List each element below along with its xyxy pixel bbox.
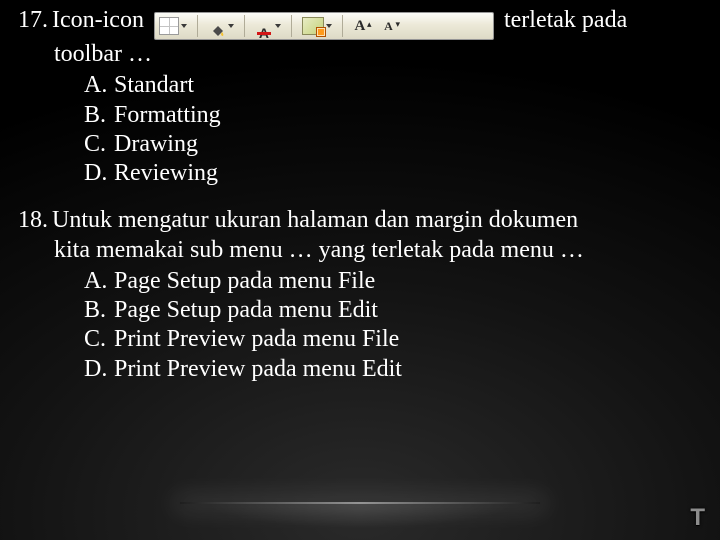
option-text: Page Setup pada menu Edit	[114, 297, 378, 323]
option-label: A.	[84, 71, 114, 100]
font-color-icon: A	[253, 14, 283, 38]
option-label: D.	[84, 355, 114, 384]
option-label: B.	[84, 296, 114, 325]
option-text: Print Preview pada menu Edit	[114, 356, 402, 382]
option-label: D.	[84, 159, 114, 188]
q17-line2: toolbar …	[54, 40, 702, 69]
toolbar-separator	[244, 15, 245, 37]
toolbar-separator	[342, 15, 343, 37]
formatting-toolbar-image: A A▴ A▾	[154, 12, 494, 40]
q18-options: A.Page Setup pada menu File B.Page Setup…	[18, 267, 702, 384]
toolbar-separator	[197, 15, 198, 37]
option-label: C.	[84, 130, 114, 159]
slide: 17.Icon-icon A A▴ A▾ terletak pada toolb…	[0, 0, 720, 540]
q18-line2: kita memakai sub menu … yang terletak pa…	[54, 236, 702, 265]
dropdown-arrow-icon	[326, 24, 332, 28]
q18-number: 18.	[18, 206, 52, 235]
floor-light-decoration	[180, 502, 540, 504]
option-text: Print Preview pada menu File	[114, 326, 399, 352]
option-text: Formatting	[114, 102, 221, 128]
dropdown-arrow-icon	[275, 24, 281, 28]
q17-text-after: terletak pada	[504, 7, 627, 33]
decrease-font-icon: A▾	[380, 14, 403, 38]
q17-options: A.Standart B.Formatting C.Drawing D.Revi…	[18, 71, 702, 188]
q18-text-line1: Untuk mengatur ukuran halaman dan margin…	[52, 207, 578, 233]
insert-table-icon	[157, 14, 189, 38]
dropdown-arrow-icon	[181, 24, 187, 28]
q18-option-d: D.Print Preview pada menu Edit	[84, 355, 702, 384]
toolbar-separator	[291, 15, 292, 37]
q18-option-a: A.Page Setup pada menu File	[84, 267, 702, 296]
option-text: Page Setup pada menu File	[114, 268, 375, 294]
q17-option-b: B.Formatting	[84, 101, 702, 130]
template-mark: T	[690, 504, 706, 532]
option-text: Standart	[114, 72, 194, 98]
option-label: A.	[84, 267, 114, 296]
option-text: Drawing	[114, 131, 198, 157]
q18-option-b: B.Page Setup pada menu Edit	[84, 296, 702, 325]
fill-color-icon	[206, 14, 236, 38]
q17-option-c: C.Drawing	[84, 130, 702, 159]
option-label: C.	[84, 325, 114, 354]
question-17: 17.Icon-icon A A▴ A▾ terletak pada toolb…	[18, 6, 702, 188]
q17-number: 17.	[18, 6, 52, 35]
q18-line1: 18.Untuk mengatur ukuran halaman dan mar…	[18, 206, 702, 235]
dropdown-arrow-icon	[228, 24, 234, 28]
q17-text-before: Icon-icon	[52, 7, 144, 33]
option-label: B.	[84, 101, 114, 130]
q17-option-a: A.Standart	[84, 71, 702, 100]
question-18: 18.Untuk mengatur ukuran halaman dan mar…	[18, 206, 702, 384]
q17-option-d: D.Reviewing	[84, 159, 702, 188]
q18-option-c: C.Print Preview pada menu File	[84, 325, 702, 354]
option-text: Reviewing	[114, 160, 218, 186]
new-slide-icon	[300, 14, 334, 38]
q17-line1: 17.Icon-icon A A▴ A▾ terletak pada	[18, 6, 702, 40]
increase-font-icon: A▴	[351, 14, 374, 38]
